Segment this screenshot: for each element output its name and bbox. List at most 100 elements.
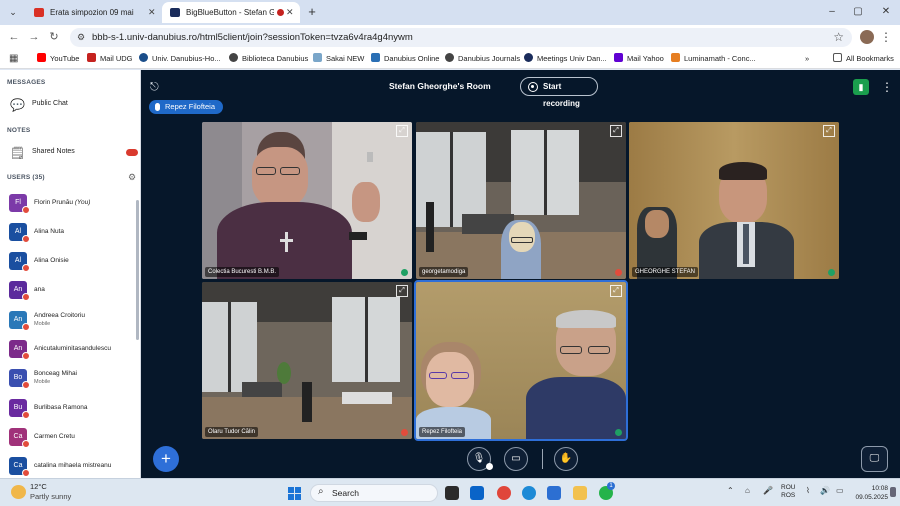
mic-off-icon <box>615 269 622 276</box>
globe-icon <box>445 53 454 62</box>
user-list-item[interactable]: Al Alina Nuta <box>9 222 134 244</box>
user-name: Carmen Cretu <box>34 433 75 440</box>
bookmark-danubius-journals[interactable]: Danubius Journals <box>445 52 520 66</box>
chrome-icon[interactable] <box>497 486 511 500</box>
weather-sun-icon[interactable] <box>11 485 26 499</box>
bookmark-meetings[interactable]: Meetings Univ Dan... <box>524 52 607 66</box>
forward-arrow-icon[interactable]: → <box>26 29 42 45</box>
muted-mic-icon <box>22 352 30 360</box>
windows-start-icon[interactable] <box>288 487 301 500</box>
video-tile[interactable]: ⤢ georgetamodiga <box>416 122 626 279</box>
tab-erata[interactable]: Erata simpozion 09 mai orele 10 ✕ <box>26 2 162 23</box>
temperature[interactable]: 12°C <box>30 482 47 491</box>
share-screen-button[interactable]: 🖵 <box>861 446 888 472</box>
yahoo-icon <box>614 53 623 62</box>
bookmark-biblioteca[interactable]: Biblioteca Danubius <box>229 52 308 66</box>
profile-avatar[interactable] <box>860 30 874 44</box>
user-list-item[interactable]: Bu Burlibasa Ramona <box>9 398 134 420</box>
tab-close-icon[interactable]: ✕ <box>286 2 296 23</box>
user-options-gear-icon[interactable]: ⚙ <box>128 172 136 183</box>
back-arrow-icon[interactable]: ← <box>6 29 22 45</box>
notifications-bell-icon[interactable] <box>890 487 896 497</box>
tab-search-icon[interactable]: ⌄ <box>4 4 22 20</box>
video-tile[interactable]: ⤢ Repez Filofteia <box>414 280 628 441</box>
weather-status[interactable]: Partly sunny <box>30 492 71 501</box>
user-list-item[interactable]: An Anicutaluminitasandulescu <box>9 339 134 361</box>
maximize-button[interactable]: ▢ <box>848 4 868 20</box>
user-list-item[interactable]: Ca catalina mihaela mistreanu <box>9 456 134 478</box>
bookmark-youtube[interactable]: YouTube <box>37 52 79 66</box>
actions-plus-button[interactable]: + <box>153 446 179 472</box>
fullscreen-icon[interactable]: ⤢ <box>823 125 835 137</box>
browser-menu-icon[interactable]: ⋮ <box>880 29 892 45</box>
camera-off-button[interactable]: ▭ <box>504 447 528 471</box>
bookmark-sakai[interactable]: Sakai NEW <box>313 52 364 66</box>
task-view-icon[interactable] <box>445 486 459 500</box>
messages-header: MESSAGES <box>7 79 46 86</box>
bookmarks-overflow-icon[interactable]: » <box>805 52 809 66</box>
bookmark-luminamath[interactable]: Luminamath - Conc... <box>671 52 756 66</box>
options-menu-icon[interactable]: ⋮ <box>881 79 893 95</box>
bookmark-mail-udg[interactable]: Mail UDG <box>87 52 133 66</box>
wifi-icon[interactable]: ⌇ <box>806 486 810 495</box>
muted-mic-icon <box>22 440 30 448</box>
fullscreen-icon[interactable]: ⤢ <box>396 125 408 137</box>
bookmark-danubius-online[interactable]: Danubius Online <box>371 52 439 66</box>
bookmark-mail-yahoo[interactable]: Mail Yahoo <box>614 52 664 66</box>
user-list-item[interactable]: Fl Florin Prunău (You) <box>9 193 134 215</box>
browser-toolbar: ← → ↻ ⚙ bbb-s-1.univ-danubius.ro/html5cl… <box>0 25 900 49</box>
tab-close-icon[interactable]: ✕ <box>148 2 158 23</box>
edge-icon[interactable] <box>522 486 536 500</box>
fullscreen-icon[interactable]: ⤢ <box>396 285 408 297</box>
public-chat-item[interactable]: 💬 Public Chat <box>8 96 134 114</box>
speaker-icon[interactable]: 🔊 <box>820 486 830 495</box>
record-label: Start recording <box>543 82 580 108</box>
user-list-item[interactable]: An Andreea Croitoriu Mobile <box>9 310 134 332</box>
chat-bubble-icon: 💬 <box>10 98 25 112</box>
microphone-tray-icon[interactable]: 🎤 <box>763 486 773 495</box>
system-clock[interactable]: 10:08 09.05.2025 <box>852 484 888 502</box>
close-window-button[interactable]: ✕ <box>876 4 896 20</box>
all-bookmarks[interactable]: All Bookmarks <box>833 52 894 66</box>
raise-hand-button[interactable]: ✋ <box>554 447 578 471</box>
bbb-favicon-icon <box>170 8 180 17</box>
apps-grid-icon[interactable]: ▦ <box>9 53 20 64</box>
bookmark-star-icon[interactable]: ☆ <box>833 30 844 45</box>
video-tile[interactable]: ⤢ Olaru Tudor Călin <box>202 282 412 439</box>
tray-overflow-icon[interactable]: ⌃ <box>727 486 734 495</box>
file-explorer-icon[interactable] <box>573 486 587 500</box>
leave-session-icon[interactable]: ⎋ <box>150 80 164 94</box>
tray-app-icon[interactable]: ⌂ <box>745 486 750 495</box>
address-bar[interactable]: ⚙ bbb-s-1.univ-danubius.ro/html5client/j… <box>70 28 852 47</box>
video-tile[interactable]: ⤢ GHEORGHE STEFAN <box>629 122 839 279</box>
new-tab-button[interactable]: + <box>304 4 320 20</box>
user-list-item[interactable]: Bo Bonceag Mihai Mobile <box>9 368 134 390</box>
battery-icon[interactable]: ▭ <box>836 486 844 495</box>
fullscreen-icon[interactable]: ⤢ <box>610 125 622 137</box>
shared-notes-item[interactable]: 🗒 Shared Notes <box>8 144 134 162</box>
connection-status-icon[interactable]: ▮ <box>853 79 869 95</box>
video-tile[interactable]: ⤢ Colectia Bucuresti B.M.B. <box>202 122 412 279</box>
whatsapp-badge: 1 <box>607 482 615 490</box>
video-user-name: georgetamodiga <box>419 267 469 277</box>
tab-bigbluebutton[interactable]: BigBlueButton - Stefan Gheorghe ✕ <box>162 2 300 23</box>
user-list-item[interactable]: Al Alina Onisie <box>9 251 134 273</box>
user-list-item[interactable]: Ca Carmen Cretu <box>9 427 134 449</box>
user-device-label: Mobile <box>34 379 51 385</box>
reload-icon[interactable]: ↻ <box>46 29 62 45</box>
user-list-item[interactable]: An ana <box>9 280 134 302</box>
muted-mic-icon <box>22 323 30 331</box>
site-info-icon[interactable]: ⚙ <box>77 32 87 42</box>
search-icon: ⌕ <box>318 486 324 497</box>
url-text[interactable]: bbb-s-1.univ-danubius.ro/html5client/joi… <box>92 28 413 47</box>
taskbar-search-box[interactable]: ⌕ Search <box>310 484 438 502</box>
fullscreen-icon[interactable]: ⤢ <box>610 285 622 297</box>
start-recording-button[interactable]: Start recording <box>520 77 598 108</box>
language-indicator[interactable]: ROU ROS <box>781 484 795 500</box>
minimize-button[interactable]: – <box>822 4 842 20</box>
user-list-scrollbar[interactable] <box>136 200 139 340</box>
bookmark-univ-danubius[interactable]: Univ. Danubius-Ho... <box>139 52 221 66</box>
talking-indicator[interactable]: Repez Filofteia <box>149 100 224 114</box>
store-icon[interactable] <box>547 486 561 500</box>
mail-app-icon[interactable] <box>470 486 484 500</box>
